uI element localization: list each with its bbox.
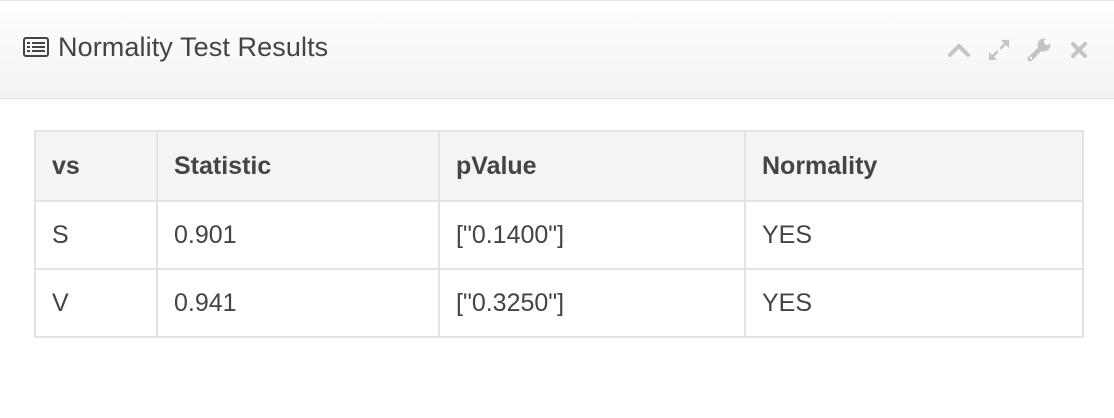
cell-normality: YES [744,268,1084,338]
cell-pvalue: ["0.3250"] [438,268,746,338]
cell-vs: V [34,268,158,338]
cell-pvalue: ["0.1400"] [438,200,746,270]
table-row: V 0.941 ["0.3250"] YES [34,268,1084,338]
normality-results-panel: Normality Test Results vs Statistic pVal… [0,0,1114,418]
cell-statistic: 0.901 [156,200,440,270]
close-button[interactable] [1066,37,1092,63]
column-header-normality[interactable]: Normality [744,130,1084,202]
wrench-icon [1027,38,1051,62]
column-header-vs[interactable]: vs [34,130,158,202]
panel-title-group: Normality Test Results [23,29,328,65]
panel-toolbar [932,37,1092,63]
table-row: S 0.901 ["0.1400"] YES [34,200,1084,270]
column-header-statistic[interactable]: Statistic [156,130,440,202]
list-icon [23,37,49,57]
table-header-row: vs Statistic pValue Normality [34,130,1084,202]
column-header-pvalue[interactable]: pValue [438,130,746,202]
settings-button[interactable] [1026,37,1052,63]
results-table-wrapper: vs Statistic pValue Normality S 0.901 ["… [34,130,1084,338]
panel-title: Normality Test Results [58,31,329,62]
panel-header: Normality Test Results [0,0,1114,99]
close-icon [1071,42,1087,58]
chevron-up-icon [948,44,970,57]
cell-statistic: 0.941 [156,268,440,338]
cell-normality: YES [744,200,1084,270]
cell-vs: S [34,200,158,270]
results-table: vs Statistic pValue Normality S 0.901 ["… [34,130,1084,338]
collapse-button[interactable] [946,37,972,63]
expand-icon [988,39,1010,61]
fullscreen-button[interactable] [986,37,1012,63]
